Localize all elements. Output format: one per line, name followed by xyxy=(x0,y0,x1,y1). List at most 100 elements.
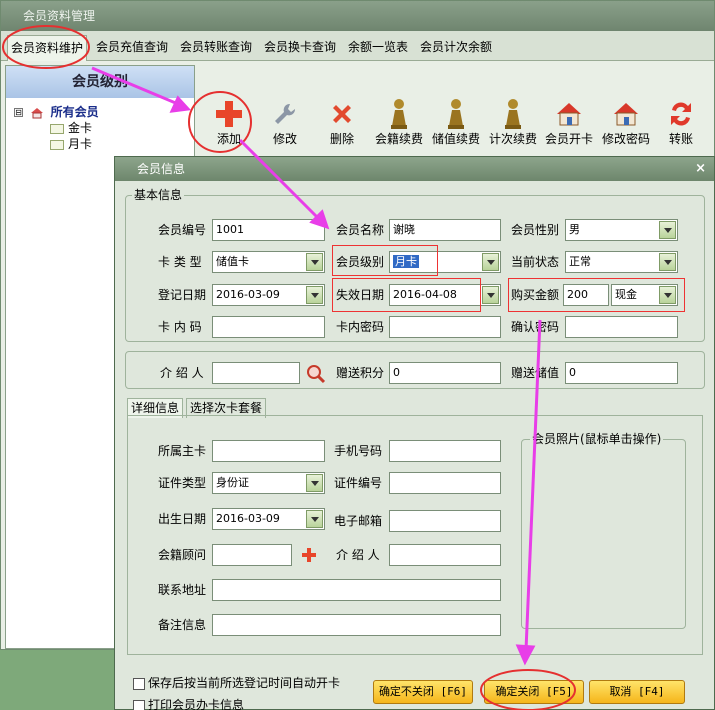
gift-stored-label: 赠送储值 xyxy=(511,366,560,380)
plus-icon[interactable] xyxy=(301,547,317,563)
inner-code-input[interactable] xyxy=(212,316,325,338)
annotation-level-box xyxy=(332,245,438,276)
tree-root[interactable]: ⊟ 所有会员 xyxy=(14,103,99,120)
tab-bar: 会员资料维护 会员充值查询 会员转账查询 会员换卡查询 余额一览表 会员计次余额 xyxy=(1,31,714,61)
address-label: 联系地址 xyxy=(158,583,207,597)
edit-button[interactable]: 修改 xyxy=(255,97,315,153)
tree-header: 会员级别 xyxy=(6,66,194,98)
auto-open-checkbox[interactable]: 保存后按当前所选登记时间自动开卡 xyxy=(133,676,340,690)
chevron-down-icon[interactable] xyxy=(659,221,676,239)
chevron-down-icon[interactable] xyxy=(306,474,323,492)
change-password-button[interactable]: 修改密码 xyxy=(596,97,656,153)
card-type-label: 卡 类 型 xyxy=(158,255,202,269)
status-select[interactable]: 正常 xyxy=(565,251,678,273)
id-no-input[interactable] xyxy=(389,472,501,494)
remark-input[interactable] xyxy=(212,614,501,636)
tab-member-maintenance[interactable]: 会员资料维护 xyxy=(7,35,88,61)
tab-recharge-query[interactable]: 会员充值查询 xyxy=(93,35,171,61)
window-title: 会员资料管理 xyxy=(1,1,714,31)
introducer-input[interactable] xyxy=(212,362,300,384)
member-name-input[interactable]: 谢晓 xyxy=(389,219,501,241)
delete-button[interactable]: 删除 xyxy=(312,97,372,153)
id-type-label: 证件类型 xyxy=(158,476,207,490)
dialog-title-bar: 会员信息 × xyxy=(115,157,714,181)
inner-code-label: 卡 内 码 xyxy=(158,320,202,334)
pawn-icon xyxy=(391,99,407,129)
address-input[interactable] xyxy=(212,579,501,601)
pawn-icon xyxy=(505,99,521,129)
card-password-label: 卡内密码 xyxy=(336,320,385,334)
card-type-select[interactable]: 储值卡 xyxy=(212,251,325,273)
transfer-button[interactable]: 转账 xyxy=(651,97,711,153)
tab-transfer-query[interactable]: 会员转账查询 xyxy=(177,35,255,61)
reg-date-picker[interactable]: 2016-03-09 xyxy=(212,284,325,306)
pawn-icon xyxy=(448,99,464,129)
birth-label: 出生日期 xyxy=(158,512,207,526)
home-icon xyxy=(557,103,581,126)
tab-count-balance[interactable]: 会员计次余额 xyxy=(417,35,495,61)
collapse-icon[interactable]: ⊟ xyxy=(14,108,23,117)
photo-panel[interactable]: 会员照片(鼠标单击操作) xyxy=(521,432,686,629)
member-no-label: 会员编号 xyxy=(158,223,207,237)
tree-root-label: 所有会员 xyxy=(50,105,99,119)
tree-item-monthly[interactable]: 月卡 xyxy=(50,135,92,152)
confirm-keep-open-button[interactable]: 确定不关闭 [F6] xyxy=(373,680,473,704)
search-icon[interactable] xyxy=(306,364,326,384)
member-info-dialog: 会员信息 × 基本信息 会员编号 1001 会员名称 谢晓 会员性别 男 卡 类… xyxy=(114,156,715,710)
main-card-input[interactable] xyxy=(212,440,325,462)
detail-introducer-input[interactable] xyxy=(389,544,501,566)
folder-icon xyxy=(50,123,64,134)
confirm-password-label: 确认密码 xyxy=(511,320,560,334)
basic-info-title: 基本信息 xyxy=(132,188,185,202)
chevron-down-icon[interactable] xyxy=(306,286,323,304)
gift-points-label: 赠送积分 xyxy=(336,366,385,380)
membership-renew-button[interactable]: 会籍续费 xyxy=(369,97,429,153)
annotation-amount-box xyxy=(508,278,685,312)
tab-balance-list[interactable]: 余额一览表 xyxy=(345,35,411,61)
home-icon xyxy=(614,103,638,126)
tab-card-change-query[interactable]: 会员换卡查询 xyxy=(261,35,339,61)
phone-input[interactable] xyxy=(389,440,501,462)
confirm-password-input[interactable] xyxy=(565,316,678,338)
birth-date-picker[interactable]: 2016-03-09 xyxy=(212,508,325,530)
main-card-label: 所属主卡 xyxy=(158,444,207,458)
transfer-icon xyxy=(671,102,691,126)
house-icon xyxy=(30,107,43,118)
gender-select[interactable]: 男 xyxy=(565,219,678,241)
card-password-input[interactable] xyxy=(389,316,501,338)
cancel-button[interactable]: 取消 [F4] xyxy=(589,680,685,704)
introducer-label: 介 绍 人 xyxy=(160,366,204,380)
status-label: 当前状态 xyxy=(511,255,560,269)
chevron-down-icon[interactable] xyxy=(482,286,499,304)
email-input[interactable] xyxy=(389,510,501,532)
photo-title: 会员照片(鼠标单击操作) xyxy=(530,432,664,446)
close-icon[interactable]: × xyxy=(695,157,706,181)
plus-icon xyxy=(216,101,242,127)
wrench-icon xyxy=(275,103,296,124)
delete-x-icon xyxy=(333,105,351,123)
remark-label: 备注信息 xyxy=(158,618,207,632)
chevron-down-icon[interactable] xyxy=(306,510,323,528)
reg-date-label: 登记日期 xyxy=(158,288,207,302)
chevron-down-icon[interactable] xyxy=(659,253,676,271)
gift-points-input[interactable]: 0 xyxy=(389,362,501,384)
chevron-down-icon[interactable] xyxy=(482,253,499,271)
member-no-input[interactable]: 1001 xyxy=(212,219,325,241)
detail-introducer-label: 介 绍 人 xyxy=(336,548,380,562)
tree-item-gold[interactable]: 金卡 xyxy=(50,119,92,136)
open-card-button[interactable]: 会员开卡 xyxy=(539,97,599,153)
print-checkbox[interactable]: 打印会员办卡信息 xyxy=(133,698,244,710)
count-renew-button[interactable]: 计次续费 xyxy=(483,97,543,153)
dialog-title: 会员信息 xyxy=(137,162,186,176)
annotation-expire-box xyxy=(332,278,481,312)
id-no-label: 证件编号 xyxy=(334,476,383,490)
confirm-close-button[interactable]: 确定关闭 [F5] xyxy=(484,680,584,704)
chevron-down-icon[interactable] xyxy=(306,253,323,271)
toolbar: 添加 修改 删除 会籍续费 储值续费 计次续费 会员开卡 修改密码 转账 xyxy=(199,65,714,155)
advisor-input[interactable] xyxy=(212,544,292,566)
stored-value-renew-button[interactable]: 储值续费 xyxy=(426,97,486,153)
id-type-select[interactable]: 身份证 xyxy=(212,472,325,494)
advisor-label: 会籍顾问 xyxy=(158,548,207,562)
add-button[interactable]: 添加 xyxy=(199,97,259,153)
gift-stored-input[interactable]: 0 xyxy=(565,362,678,384)
